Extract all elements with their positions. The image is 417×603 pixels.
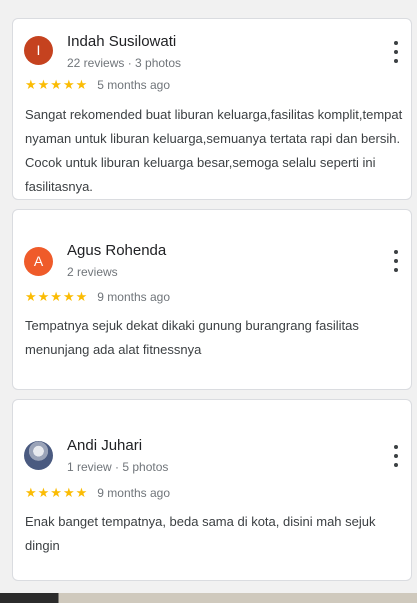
star-rating: ★★★★★ [25, 485, 89, 500]
reviewer-name[interactable]: Agus Rohenda [67, 242, 166, 259]
rating-row: ★★★★★ 9 months ago [25, 485, 170, 501]
review-text: Sangat rekomended buat liburan keluarga,… [25, 107, 403, 194]
avatar[interactable] [24, 441, 53, 470]
more-options-icon[interactable] [393, 41, 399, 63]
star-rating: ★★★★★ [25, 77, 89, 92]
rating-row: ★★★★★ 9 months ago [25, 289, 170, 305]
star-rating: ★★★★★ [25, 289, 89, 304]
review-text: Tempatnya sejuk dekat dikaki gunung bura… [25, 318, 359, 357]
review-text: Enak banget tempatnya, beda sama di kota… [25, 514, 376, 553]
reviewer-meta: 2 reviews [67, 265, 118, 279]
reviewer-name[interactable]: Andi Juhari [67, 437, 142, 454]
reviewer-meta: 22 reviews · 3 photos [67, 56, 182, 70]
background-photo-strip [0, 593, 417, 603]
review-card: Andi Juhari 1 review · 5 photos ★★★★★ 9 … [12, 399, 412, 581]
review-time: 5 months ago [97, 78, 170, 92]
review-time: 9 months ago [97, 486, 170, 500]
reviewer-name[interactable]: Indah Susilowati [67, 33, 176, 50]
review-card: A Agus Rohenda 2 reviews ★★★★★ 9 months … [12, 209, 412, 390]
more-options-icon[interactable] [393, 445, 399, 467]
more-options-icon[interactable] [393, 250, 399, 272]
review-time: 9 months ago [97, 290, 170, 304]
review-card: I Indah Susilowati 22 reviews · 3 photos… [12, 18, 412, 200]
reviewer-meta: 1 review · 5 photos [67, 460, 169, 474]
avatar[interactable]: I [24, 36, 53, 65]
rating-row: ★★★★★ 5 months ago [25, 77, 170, 93]
avatar[interactable]: A [24, 247, 53, 276]
